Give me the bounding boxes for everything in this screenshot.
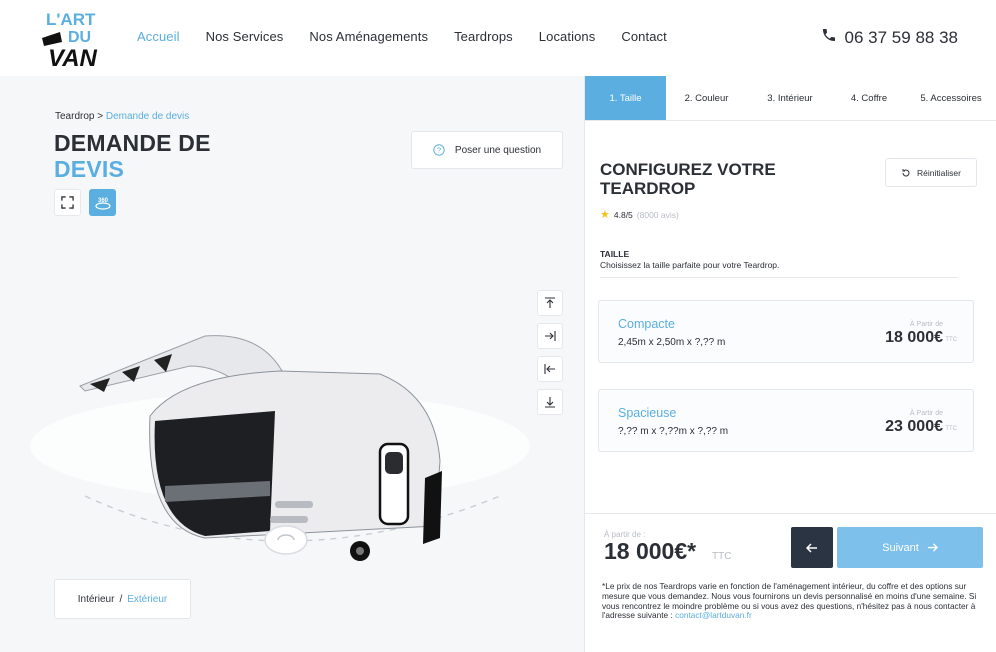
page-title-line-1: DEMANDE DE: [54, 130, 211, 156]
phone-icon: [821, 27, 837, 48]
arrow-left-bar-icon: [544, 364, 555, 374]
nav-teardrops[interactable]: Teardrops: [454, 29, 513, 44]
configurator-steps: 1. Taille 2. Couleur 3. Intérieur 4. Cof…: [585, 76, 996, 121]
breadcrumb-parent[interactable]: Teardrop: [55, 111, 94, 122]
expand-icon: [61, 196, 74, 209]
interior-exterior-toggle: Intérieur / Extérieur: [54, 579, 191, 619]
view-left-button[interactable]: [537, 356, 563, 382]
option-name: Compacte: [618, 317, 675, 331]
arrow-right-bar-icon: [545, 331, 556, 341]
option-dimensions: ?,?? m x ?,??m x ?,?? m: [618, 426, 729, 437]
nav-amenagements[interactable]: Nos Aménagements: [309, 29, 428, 44]
question-icon: ?: [433, 144, 445, 156]
rotate-360-icon: 360: [94, 198, 111, 210]
option-dimensions: 2,45m x 2,50m x ?,?? m: [618, 337, 726, 348]
nav-accueil[interactable]: Accueil: [137, 29, 180, 44]
view-360-button[interactable]: 360: [89, 189, 116, 216]
option-price: 23 000€: [885, 418, 943, 435]
logo-line-2: DU: [68, 29, 91, 46]
toggle-separator: /: [119, 593, 123, 605]
teardrop-3d-viewer[interactable]: [30, 246, 550, 566]
rating: ★ 4.8/5 (8000 avis): [600, 208, 679, 221]
page-title: DEMANDE DE DEVIS: [54, 130, 211, 182]
pricing-note: *Le prix de nos Teardrops varie en fonct…: [602, 581, 986, 621]
step-interieur[interactable]: 3. Intérieur: [747, 76, 833, 120]
reset-label: Réinitialiser: [917, 167, 961, 178]
configurator-panel: 1. Taille 2. Couleur 3. Intérieur 4. Cof…: [584, 76, 996, 652]
option-ttc: TTC: [945, 337, 957, 343]
breadcrumb-separator: >: [97, 111, 104, 122]
svg-text:?: ?: [437, 146, 441, 155]
ask-question-label: Poser une question: [454, 144, 542, 156]
ask-question-button[interactable]: ? Poser une question: [411, 131, 563, 169]
option-ttc: TTC: [945, 426, 957, 432]
rating-reviews[interactable]: (8000 avis): [637, 210, 679, 220]
view-top-button[interactable]: [537, 290, 563, 316]
reset-icon: [902, 168, 910, 176]
toggle-interior[interactable]: Intérieur: [78, 594, 115, 605]
breadcrumb-current: Demande de devis: [105, 111, 190, 122]
reset-button[interactable]: Réinitialiser: [885, 158, 977, 187]
rotate-handle[interactable]: [264, 525, 308, 555]
header: L'ART DU VAN Accueil Nos Services Nos Am…: [0, 0, 996, 76]
viewer-pane: Teardrop > Demande de devis DEMANDE DE D…: [0, 76, 584, 652]
option-from-label: À Partir de: [909, 321, 943, 328]
nav-locations[interactable]: Locations: [539, 29, 596, 44]
page-title-line-2: DEVIS: [54, 156, 125, 182]
step-taille[interactable]: 1. Taille: [585, 76, 666, 120]
step-coffre[interactable]: 4. Coffre: [833, 76, 905, 120]
next-label: Suivant: [882, 541, 919, 554]
view-bottom-button[interactable]: [537, 389, 563, 415]
step-accessoires[interactable]: 5. Accessoires: [905, 76, 996, 120]
divider: [600, 277, 958, 278]
total-price: 18 000€*: [604, 538, 697, 564]
rating-score: 4.8/5: [613, 209, 633, 220]
configurator-title: CONFIGUREZ VOTRE TEARDROP: [600, 160, 776, 198]
fullscreen-button[interactable]: [54, 189, 81, 216]
section-label: TAILLE: [600, 249, 630, 259]
option-from-label: À Partir de: [909, 410, 943, 417]
size-option-compacte[interactable]: Compacte 2,45m x 2,50m x ?,?? m À Partir…: [598, 300, 974, 363]
option-name: Spacieuse: [618, 406, 677, 420]
logo-line-1: L'ART: [46, 10, 96, 29]
step-couleur[interactable]: 2. Couleur: [666, 76, 747, 120]
toggle-exterior[interactable]: Extérieur: [127, 594, 167, 605]
arrow-down-bar-icon: [545, 397, 555, 408]
previous-button[interactable]: [791, 527, 833, 568]
contact-email-link[interactable]: contact@lartduvan.fr: [675, 610, 752, 620]
logo-line-3: VAN: [48, 45, 98, 70]
arrow-left-icon: [806, 542, 817, 553]
phone-number: 06 37 59 88 38: [844, 27, 958, 47]
pricing-note-text: *Le prix de nos Teardrops varie en fonct…: [602, 581, 977, 621]
option-price: 18 000€: [885, 329, 943, 346]
next-button[interactable]: Suivant: [837, 527, 983, 568]
nav-contact[interactable]: Contact: [621, 29, 667, 44]
arrow-right-icon: [927, 543, 938, 552]
total-ttc: TTC: [712, 551, 732, 562]
configurator-footer: À partir de : 18 000€* TTC Suivant *Le p…: [585, 513, 996, 652]
size-option-spacieuse[interactable]: Spacieuse ?,?? m x ?,??m x ?,?? m À Part…: [598, 389, 974, 452]
section-description: Choisissez la taille parfaite pour votre…: [600, 260, 780, 270]
view-controls: [537, 290, 563, 415]
main-nav: Accueil Nos Services Nos Aménagements Te…: [137, 29, 693, 44]
brand-logo[interactable]: L'ART DU VAN: [40, 8, 106, 72]
breadcrumb: Teardrop > Demande de devis: [55, 111, 189, 122]
nav-services[interactable]: Nos Services: [206, 29, 284, 44]
phone-link[interactable]: 06 37 59 88 38: [821, 27, 958, 48]
arrow-up-bar-icon: [545, 297, 555, 308]
view-right-button[interactable]: [537, 323, 563, 349]
star-icon: ★: [600, 209, 610, 221]
